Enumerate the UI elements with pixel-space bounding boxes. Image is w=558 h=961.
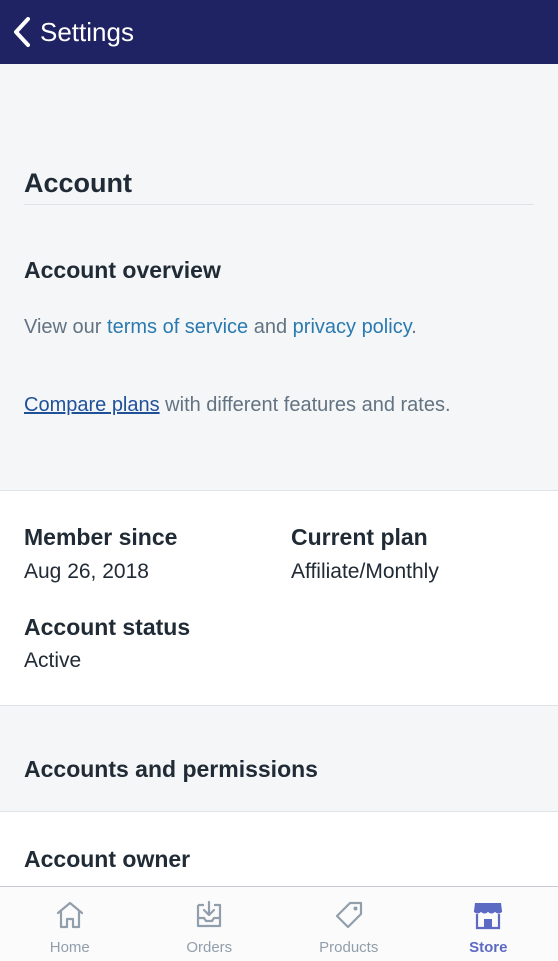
compare-plans-paragraph: Compare plans with different features an… (24, 390, 484, 420)
tab-store[interactable]: Store (419, 887, 558, 961)
accounts-permissions-title: Accounts and permissions (24, 756, 318, 783)
account-owner-title: Account owner (24, 846, 190, 873)
tab-label-orders: Orders (186, 939, 232, 956)
tag-icon (333, 899, 365, 931)
top-bar: Settings (0, 0, 558, 64)
account-info-card (0, 490, 558, 706)
terms-of-service-link[interactable]: terms of service (107, 316, 248, 338)
back-button[interactable]: Settings (0, 0, 134, 64)
tab-orders[interactable]: Orders (140, 887, 280, 961)
current-plan-label: Current plan (291, 524, 428, 551)
bottom-tab-bar: Home Orders Products Store (0, 886, 558, 961)
privacy-policy-link[interactable]: privacy policy (293, 316, 412, 338)
member-since-label: Member since (24, 524, 177, 551)
tab-products[interactable]: Products (279, 887, 419, 961)
account-status-label: Account status (24, 614, 190, 641)
account-section-title: Account (24, 168, 132, 199)
tab-home[interactable]: Home (0, 887, 140, 961)
chevron-left-icon (12, 16, 32, 48)
member-since-value: Aug 26, 2018 (24, 560, 149, 584)
divider (24, 204, 534, 205)
tab-label-home: Home (50, 939, 90, 956)
tab-label-products: Products (319, 939, 378, 956)
tab-label-store: Store (469, 939, 507, 956)
account-status-value: Active (24, 649, 81, 673)
home-icon (54, 899, 86, 931)
terms-paragraph: View our terms of service and privacy po… (24, 312, 484, 342)
compare-plans-link[interactable]: Compare plans (24, 394, 160, 416)
account-overview-title: Account overview (24, 257, 221, 284)
page-title: Settings (40, 17, 134, 48)
store-icon (472, 899, 504, 931)
orders-icon (193, 899, 225, 931)
current-plan-value: Affiliate/Monthly (291, 560, 439, 584)
